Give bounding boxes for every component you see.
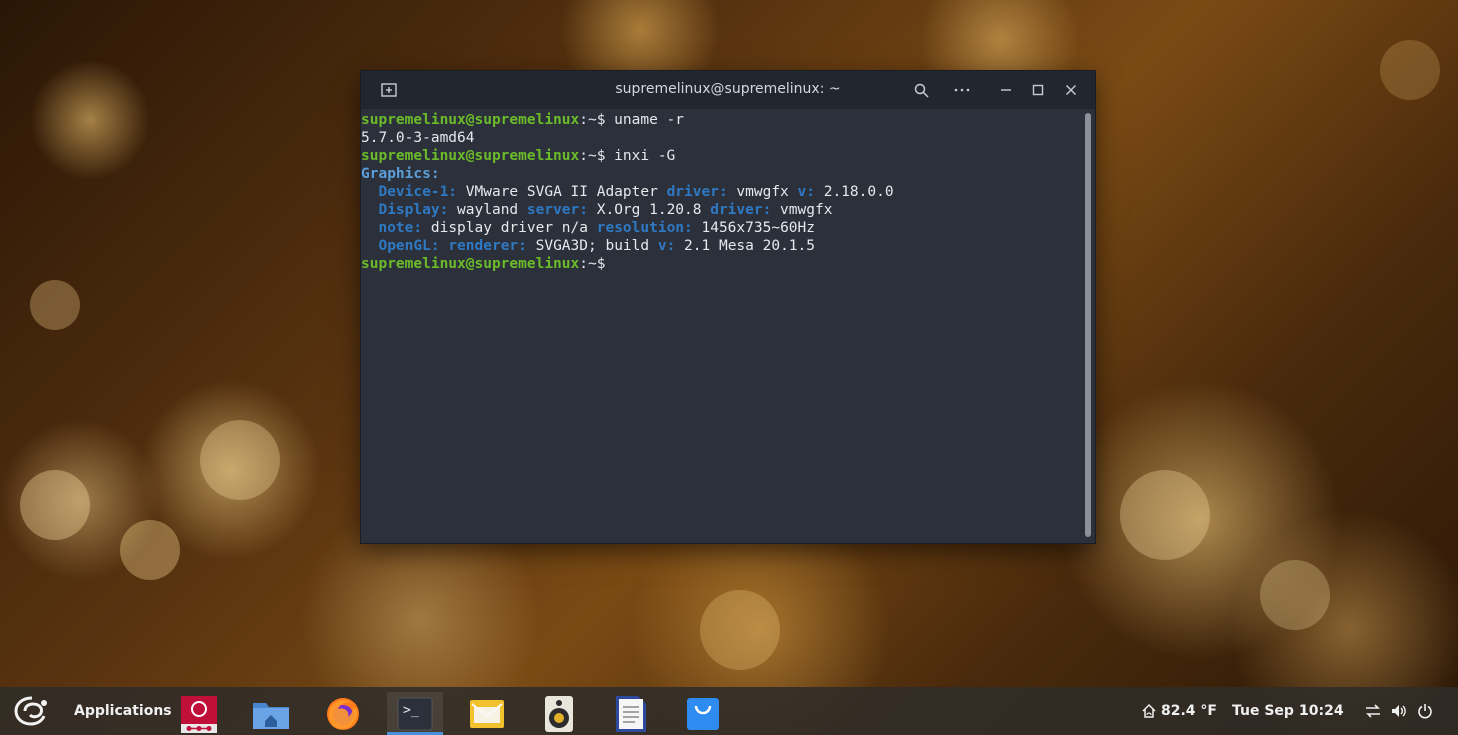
debian-installer-icon[interactable] [171,692,227,735]
minimize-icon[interactable] [996,80,1016,100]
speaker-icon[interactable] [531,692,587,735]
window-titlebar[interactable]: supremelinux@supremelinux: ~ [361,71,1095,109]
terminal-line: Display: wayland server: X.Org 1.20.8 dr… [378,202,833,218]
terminal-line: Graphics: [361,166,440,182]
power-icon[interactable] [1414,687,1436,735]
terminal-line: Device-1: VMware SVGA II Adapter driver:… [378,184,894,200]
firefox-icon[interactable] [315,692,371,735]
terminal-line: note: display driver n/a resolution: 145… [378,220,815,236]
terminal-line: 5.7.0-3-amd64 [361,130,475,146]
window-title: supremelinux@supremelinux: ~ [615,81,841,97]
network-icon[interactable] [1362,687,1384,735]
terminal-line: supremelinux@supremelinux:~$ inxi -G [361,148,676,164]
terminal-window[interactable]: supremelinux@supremelinux: ~ supremelinu… [361,71,1095,543]
applications-menu-button[interactable]: Applications [74,687,172,735]
text-editor-icon[interactable] [603,692,659,735]
mail-icon[interactable] [459,692,515,735]
files-icon[interactable] [243,692,299,735]
terminal-line: supremelinux@supremelinux:~$ uname -r [361,112,685,128]
close-icon[interactable] [1061,80,1081,100]
terminal-line: OpenGL: renderer: SVGA3D; build v: 2.1 M… [378,238,815,254]
app-menu-logo-icon[interactable] [10,687,54,735]
weather-temperature[interactable]: 82.4 °F [1161,687,1217,735]
terminal-prompt[interactable]: supremelinux@supremelinux:~$ [361,255,1083,273]
terminal-icon[interactable]: >_ [387,692,443,735]
weather-icon[interactable] [1140,687,1158,735]
svg-text:>_: >_ [403,703,419,718]
taskbar: Applications >_ 82.4 °F Tue Sep 1 10:24 [0,687,1458,735]
search-icon[interactable] [911,80,931,100]
clock-time[interactable]: 10:24 [1299,687,1344,735]
menu-icon[interactable] [952,80,972,100]
scrollbar[interactable] [1085,113,1091,537]
software-store-icon[interactable] [675,692,731,735]
clock-date[interactable]: Tue Sep 1 [1232,687,1309,735]
maximize-icon[interactable] [1028,80,1048,100]
terminal-content[interactable]: supremelinux@supremelinux:~$ uname -r 5.… [361,109,1083,545]
volume-icon[interactable] [1388,687,1410,735]
